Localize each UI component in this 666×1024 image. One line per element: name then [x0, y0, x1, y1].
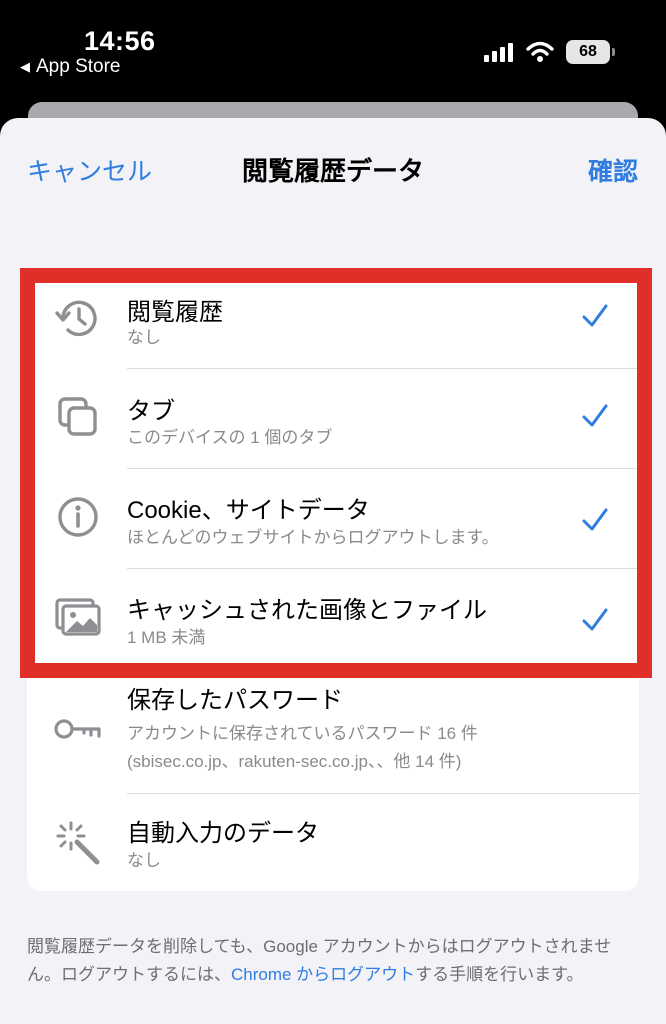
item-subtitle: なし	[127, 851, 161, 870]
images-icon	[51, 590, 105, 644]
item-subtitle: なし	[127, 328, 161, 347]
item-title: タブ	[127, 398, 175, 425]
data-type-list: 閲覧履歴 なし タブ このデバイスの 1 個のタブ Cookie、サイトデータ …	[27, 268, 639, 891]
key-icon	[51, 702, 105, 756]
clear-browsing-data-sheet: 閲覧履歴データ キャンセル 確認 閲覧履歴 なし タブ このデバイスの 1 個の…	[0, 118, 666, 1024]
tabs-icon	[51, 390, 105, 444]
item-title: 閲覧履歴	[127, 299, 223, 326]
info-icon	[51, 490, 105, 544]
checkmark-icon	[582, 608, 608, 631]
list-item-tabs[interactable]: タブ このデバイスの 1 個のタブ	[27, 368, 639, 468]
item-subtitle: アカウントに保存されているパスワード 16 件	[127, 724, 478, 743]
checkmark-icon	[582, 508, 608, 531]
back-to-app-store[interactable]: ◀ App Store	[20, 56, 121, 78]
battery-indicator: 68	[566, 40, 615, 64]
list-item-cached-images[interactable]: キャッシュされた画像とファイル 1 MB 未満	[27, 568, 639, 668]
magic-wand-icon	[51, 816, 105, 870]
item-subtitle-sites: (sbisec.co.jp、rakuten-sec.co.jp、、他 14 件)	[127, 752, 462, 771]
history-icon	[51, 291, 105, 345]
item-title: Cookie、サイトデータ	[127, 497, 370, 524]
checkmark-icon	[582, 304, 608, 327]
item-subtitle: ほとんどのウェブサイトからログアウトします。	[127, 528, 499, 547]
item-subtitle: 1 MB 未満	[127, 628, 206, 647]
footer-text-end: する手順を行います。	[415, 965, 584, 984]
back-app-label: App Store	[36, 56, 121, 77]
cancel-button[interactable]: キャンセル	[27, 152, 152, 188]
item-subtitle: このデバイスの 1 個のタブ	[127, 428, 333, 447]
confirm-button[interactable]: 確認	[588, 152, 638, 188]
status-indicators: 68	[484, 40, 615, 64]
cellular-signal-icon	[484, 43, 513, 62]
back-triangle-icon: ◀	[20, 59, 30, 74]
item-title: キャッシュされた画像とファイル	[127, 597, 487, 624]
chrome-logout-link[interactable]: Chrome からログアウト	[231, 965, 415, 984]
footer-note: 閲覧履歴データを削除しても、Google アカウントからはログアウトされません。…	[27, 933, 642, 989]
item-title: 自動入力のデータ	[127, 820, 319, 847]
checkmark-icon	[582, 404, 608, 427]
wifi-icon	[526, 41, 554, 62]
status-bar: 14:56 ◀ App Store 68	[0, 0, 666, 100]
list-item-saved-passwords[interactable]: 保存したパスワード アカウントに保存されているパスワード 16 件 (sbise…	[27, 668, 639, 793]
list-item-browsing-history[interactable]: 閲覧履歴 なし	[27, 268, 639, 368]
status-time: 14:56	[84, 26, 156, 56]
list-item-cookies[interactable]: Cookie、サイトデータ ほとんどのウェブサイトからログアウトします。	[27, 468, 639, 568]
list-item-autofill[interactable]: 自動入力のデータ なし	[27, 793, 639, 891]
item-title: 保存したパスワード	[127, 687, 343, 714]
